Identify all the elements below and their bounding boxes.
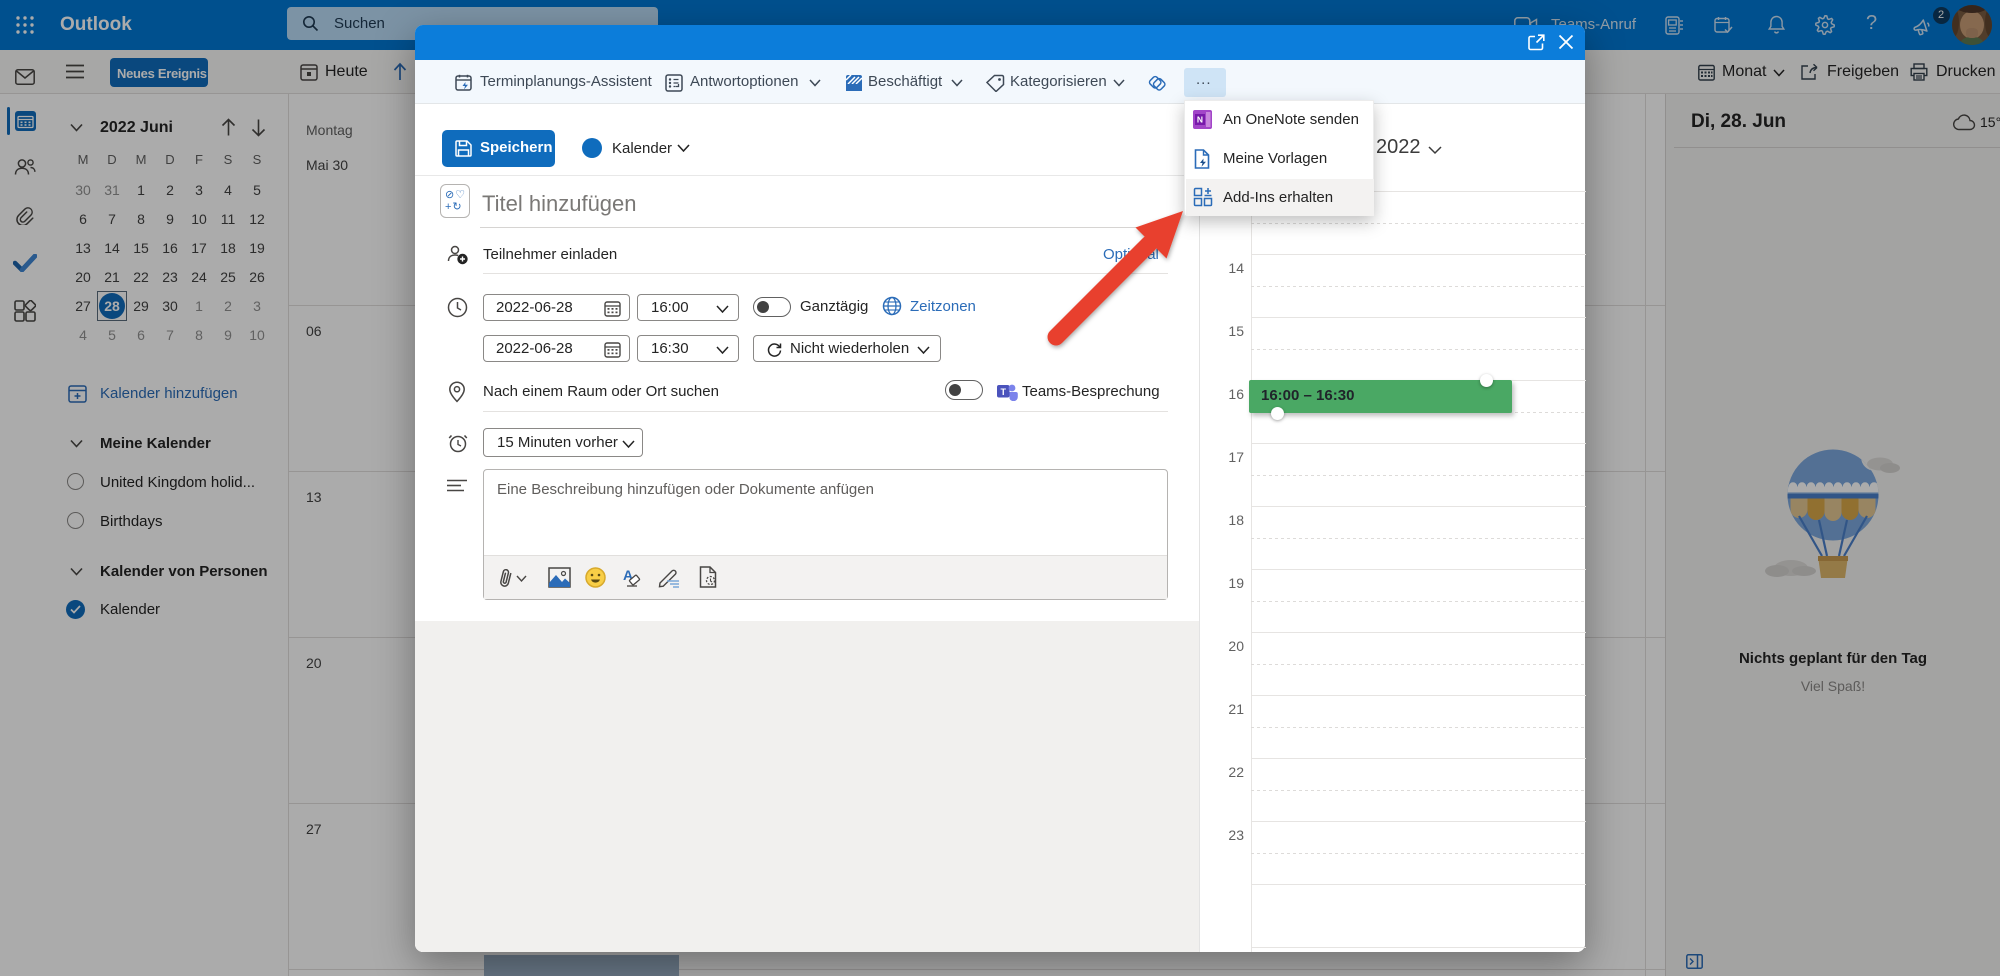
- svg-text:T: T: [1000, 387, 1006, 397]
- svg-text:N: N: [1197, 115, 1203, 125]
